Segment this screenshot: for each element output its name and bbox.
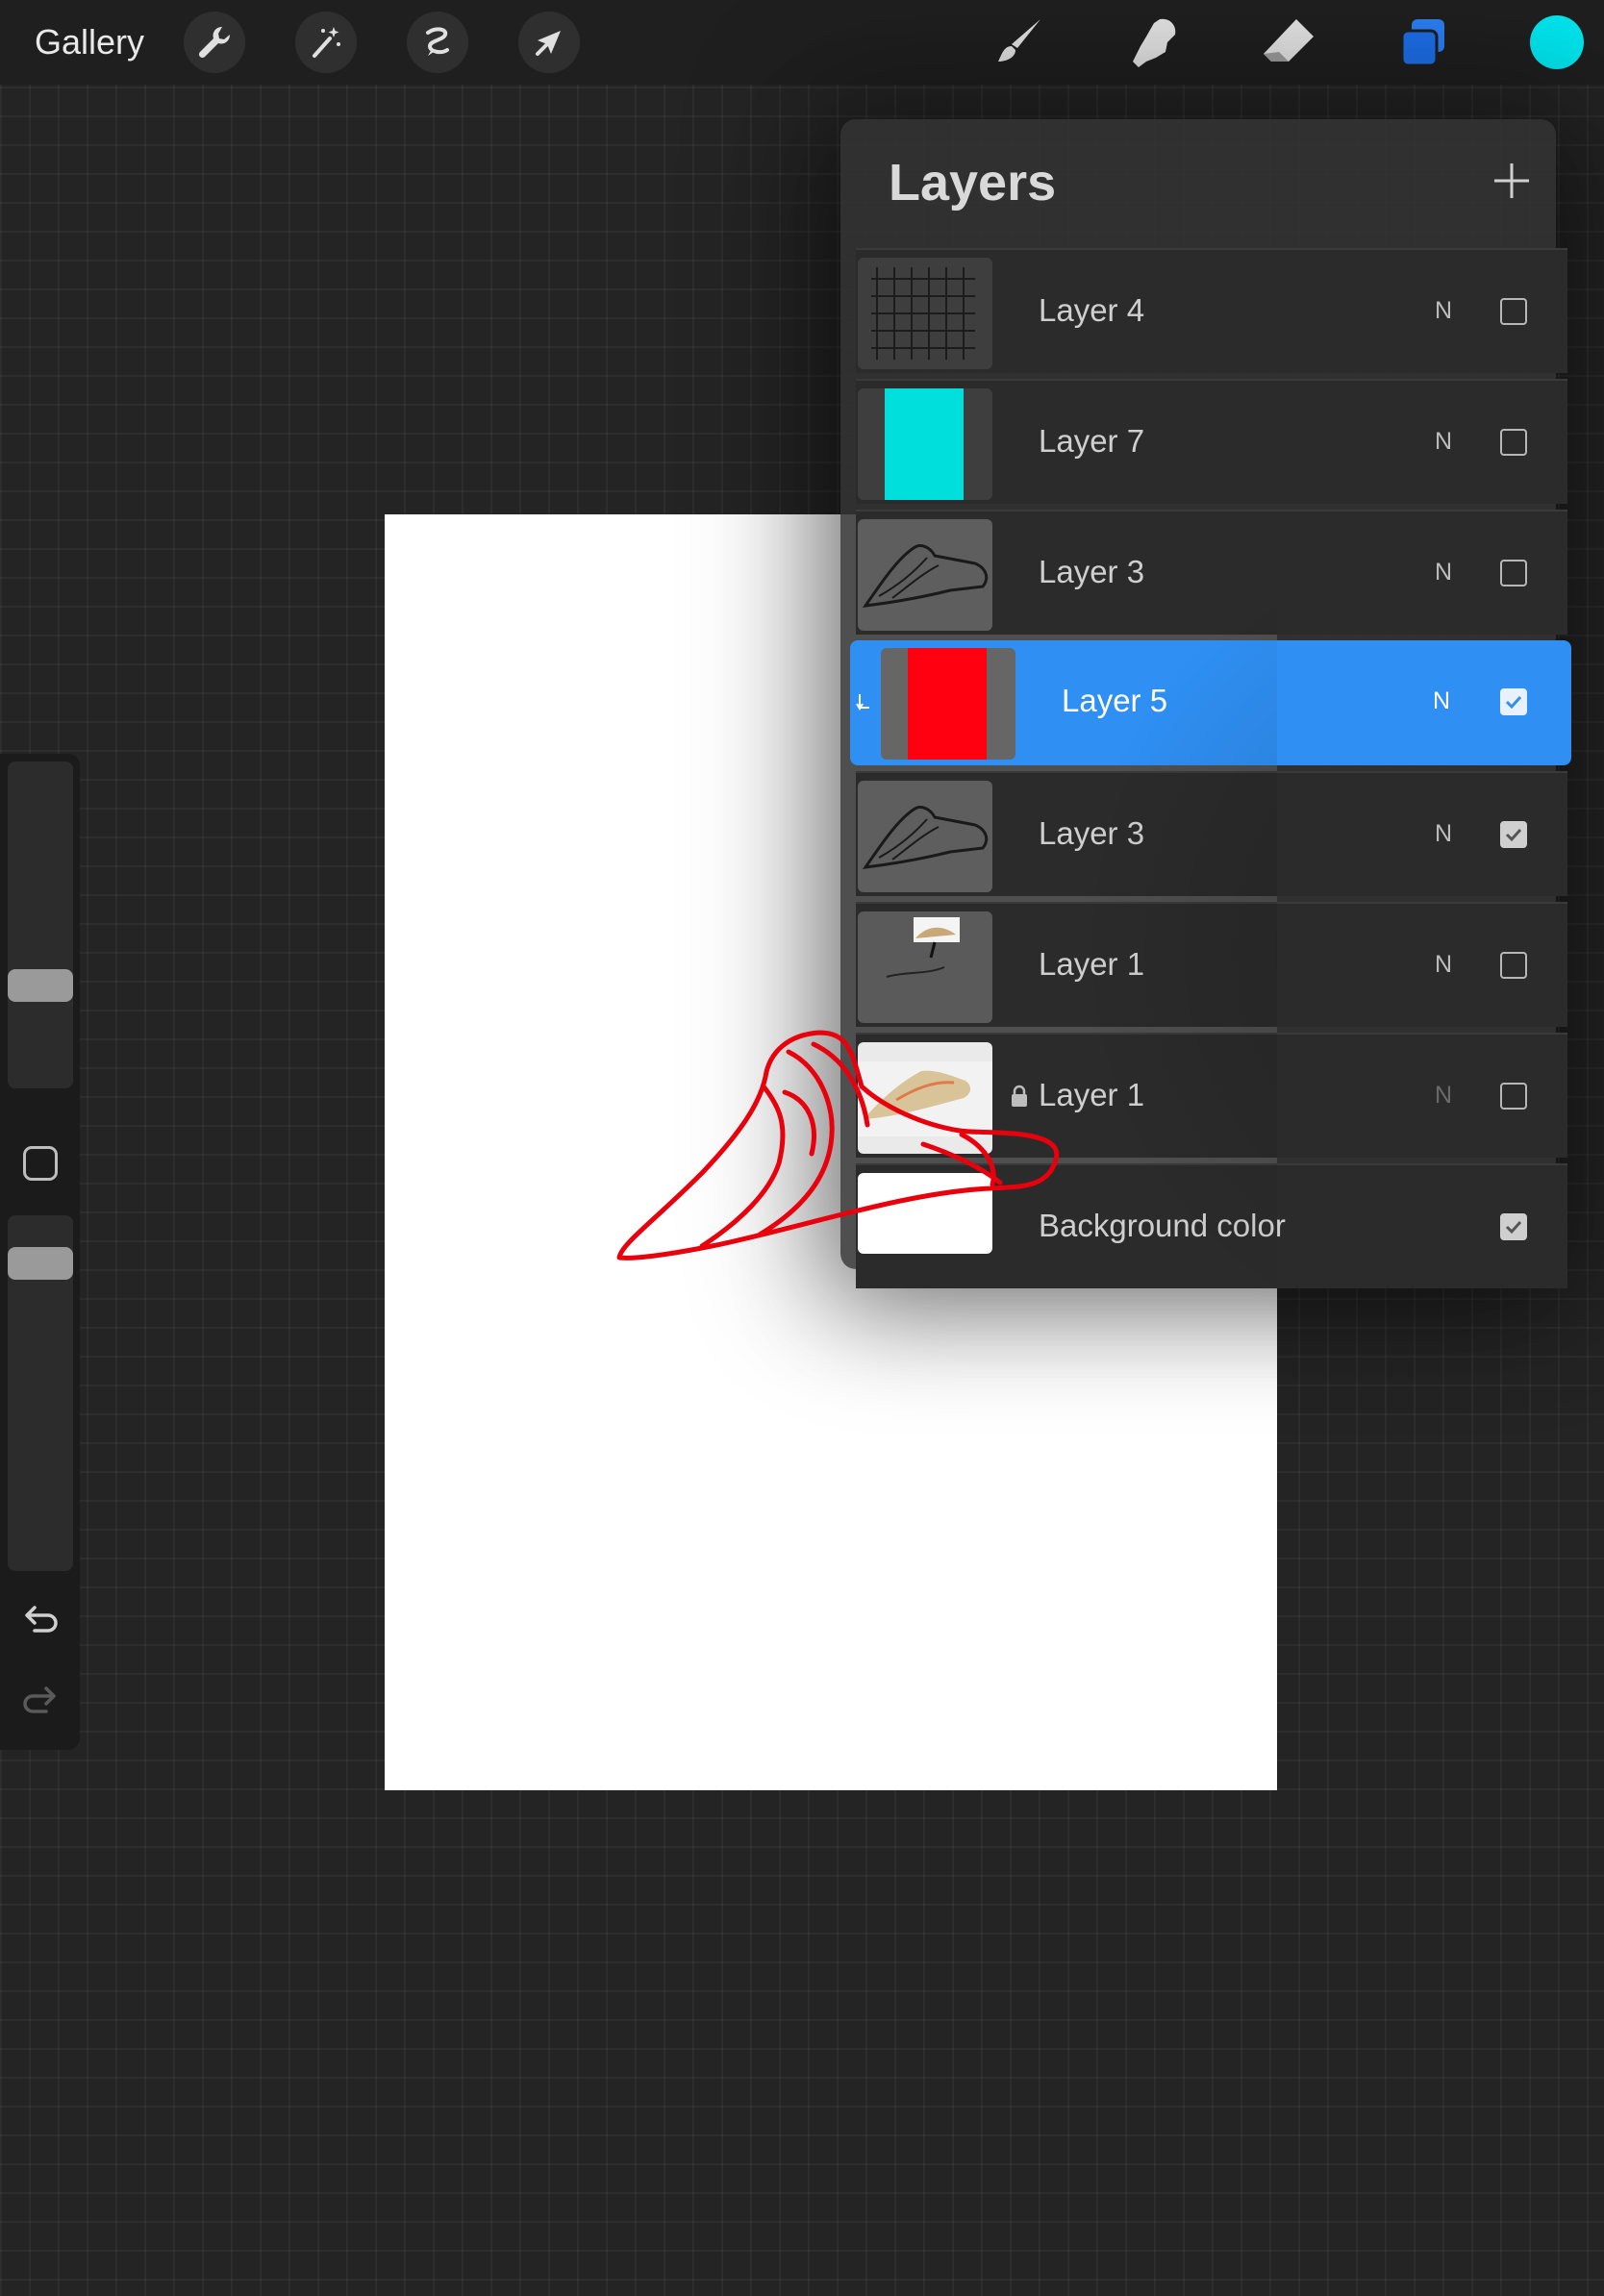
visibility-checkbox[interactable] xyxy=(1500,821,1527,848)
brush-icon[interactable] xyxy=(985,8,1054,77)
layer-row[interactable]: Layer 3 N xyxy=(856,771,1567,896)
layer-row[interactable]: Layer 3 N xyxy=(856,510,1567,635)
top-toolbar: Gallery xyxy=(0,0,1604,85)
layer-thumbnail xyxy=(858,388,992,500)
wrench-icon[interactable] xyxy=(184,12,245,73)
visibility-checkbox[interactable] xyxy=(1500,429,1527,456)
layer-thumbnail xyxy=(858,911,992,1023)
visibility-checkbox[interactable] xyxy=(1500,952,1527,979)
redo-icon[interactable] xyxy=(21,1683,60,1717)
modify-square-icon[interactable] xyxy=(23,1146,58,1181)
magic-wand-icon[interactable] xyxy=(295,12,357,73)
layer-row[interactable]: Layer 7 N xyxy=(856,379,1567,504)
blend-mode-button[interactable]: N xyxy=(1435,425,1452,458)
color-picker-swatch[interactable] xyxy=(1530,15,1584,69)
layer-row-selected[interactable]: Layer 5 N xyxy=(850,640,1571,765)
layer-row[interactable]: Layer 1 N xyxy=(856,902,1567,1027)
visibility-checkbox[interactable] xyxy=(1500,298,1527,325)
layers-panel-title: Layers xyxy=(889,154,1057,212)
layer-name: Layer 3 xyxy=(1039,815,1145,851)
layer-name: Layer 7 xyxy=(1039,423,1145,459)
visibility-checkbox[interactable] xyxy=(1500,688,1527,715)
eraser-icon[interactable] xyxy=(1254,8,1323,77)
layer-row[interactable]: Layer 4 N xyxy=(856,248,1567,373)
blend-mode-button[interactable]: N xyxy=(1435,294,1452,327)
layer-name: Layer 5 xyxy=(1062,683,1168,718)
brush-size-thumb[interactable] xyxy=(8,969,73,1002)
plus-icon[interactable] xyxy=(1487,156,1537,206)
layer-name: Layer 1 xyxy=(1039,946,1145,982)
gallery-button[interactable]: Gallery xyxy=(35,19,144,65)
blend-mode-button[interactable]: N xyxy=(1435,1079,1452,1111)
visibility-checkbox[interactable] xyxy=(1500,1213,1527,1240)
selection-icon[interactable] xyxy=(407,12,468,73)
visibility-checkbox[interactable] xyxy=(1500,560,1527,586)
red-sketch-stroke xyxy=(596,1019,1077,1269)
opacity-thumb[interactable] xyxy=(8,1247,73,1280)
brush-size-slider[interactable] xyxy=(8,761,73,1088)
smudge-icon[interactable] xyxy=(1119,8,1189,77)
blend-mode-button[interactable]: N xyxy=(1435,817,1452,850)
undo-icon[interactable] xyxy=(21,1602,60,1636)
transform-arrow-icon[interactable] xyxy=(518,12,580,73)
layer-name: Layer 3 xyxy=(1039,554,1145,589)
clipping-mask-icon xyxy=(856,692,873,715)
blend-mode-button[interactable]: N xyxy=(1435,948,1452,981)
visibility-checkbox[interactable] xyxy=(1500,1083,1527,1110)
layer-thumbnail xyxy=(858,781,992,892)
layers-icon[interactable] xyxy=(1389,8,1458,77)
blend-mode-button[interactable]: N xyxy=(1433,685,1450,717)
layer-thumbnail xyxy=(858,519,992,631)
layer-name: Layer 4 xyxy=(1039,292,1145,328)
layer-thumbnail xyxy=(881,648,1015,760)
layer-thumbnail xyxy=(858,258,992,369)
blend-mode-button[interactable]: N xyxy=(1435,556,1452,588)
